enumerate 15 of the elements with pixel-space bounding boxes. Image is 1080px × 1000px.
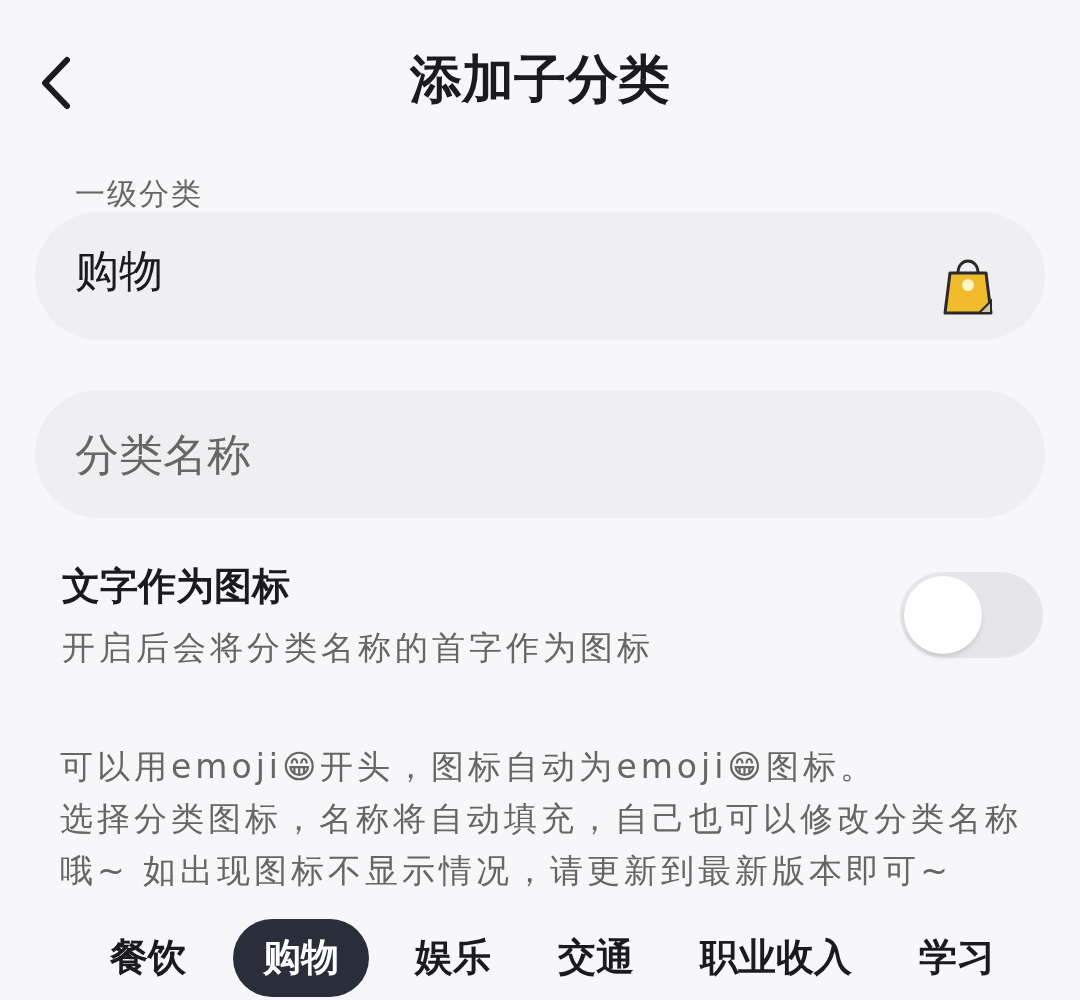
hint-text: 选择分类图标，名称将自动填充，自己也可以修改分类名称哦~ 如出现图标不显示情况，请更新到最新版本即可~ (60, 797, 1023, 892)
setting-title: 文字作为图标 (62, 563, 291, 610)
category-tab[interactable]: 学习 (898, 918, 1015, 997)
field-label: 一级分类 (75, 176, 204, 212)
page-title: 添加子分类 (410, 48, 670, 111)
category-field[interactable]: 购物 (35, 212, 1045, 340)
category-tab[interactable]: 餐饮 (90, 918, 206, 997)
category-tab[interactable]: 娱乐 (395, 918, 512, 997)
setting-description: 开启后会将分类名称的首字作为图标 (62, 627, 654, 669)
category-tab[interactable]: 职业收入 (680, 918, 873, 997)
hint-text: 可以用emoji😁开头，图标自动为emoji😁图标。 (60, 745, 878, 788)
category-tab[interactable]: 交通 (537, 918, 654, 997)
category-tab[interactable]: 购物 (232, 918, 369, 997)
name-input-field[interactable]: 分类名称 (35, 390, 1045, 518)
field-value: 购物 (75, 244, 163, 298)
